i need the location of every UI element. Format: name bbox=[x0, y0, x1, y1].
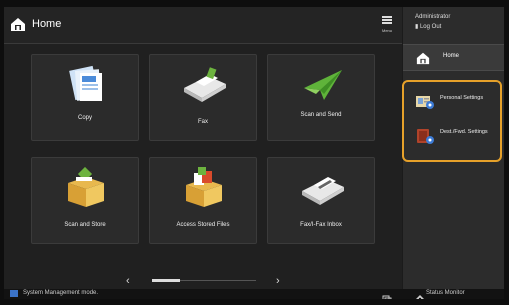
fax-icon bbox=[180, 64, 228, 106]
tile-fax-inbox[interactable]: Fax/I-Fax Inbox bbox=[267, 157, 375, 244]
dest-fwd-settings-button[interactable]: Dest./Fwd. Settings bbox=[410, 124, 498, 156]
tile-scan-send[interactable]: Scan and Send bbox=[267, 54, 375, 141]
device-icon[interactable] bbox=[382, 290, 392, 299]
dest-fwd-settings-label: Dest./Fwd. Settings bbox=[440, 129, 488, 135]
page-thumb bbox=[152, 279, 180, 282]
tile-access-files[interactable]: Access Stored Files bbox=[149, 157, 257, 244]
side-home-label: Home bbox=[443, 53, 460, 59]
scan-send-icon bbox=[298, 64, 346, 106]
scan-store-icon bbox=[62, 166, 110, 209]
next-page-arrow[interactable]: › bbox=[276, 275, 280, 287]
status-monitor-button[interactable]: Status Monitor bbox=[426, 290, 465, 296]
status-monitor-icon bbox=[416, 290, 424, 299]
personal-settings-button[interactable]: Personal Settings bbox=[410, 90, 498, 122]
screen: Home Menu Administrator ▮ Log Out Home P… bbox=[4, 7, 504, 299]
tile-copy-label: Copy bbox=[77, 115, 92, 121]
tile-scan-store[interactable]: Scan and Store bbox=[31, 157, 139, 244]
system-mode-icon bbox=[10, 290, 18, 297]
header-bar: Home Menu bbox=[4, 7, 402, 44]
menu-icon bbox=[382, 16, 392, 24]
tile-fax[interactable]: Fax bbox=[149, 54, 257, 141]
tile-copy[interactable]: Copy bbox=[31, 54, 139, 141]
tile-fax-inbox-label: Fax/I-Fax Inbox bbox=[300, 222, 342, 228]
tile-scan-send-label: Scan and Send bbox=[300, 112, 342, 118]
access-files-icon bbox=[180, 167, 228, 209]
tile-fax-label: Fax bbox=[197, 119, 208, 125]
status-message: System Management mode. bbox=[23, 290, 99, 296]
user-name: Administrator bbox=[415, 14, 451, 20]
prev-page-arrow[interactable]: ‹ bbox=[126, 275, 130, 287]
function-grid: Copy Fax Scan and Send Scan and Store Ac bbox=[4, 44, 402, 299]
menu-button[interactable]: Menu bbox=[375, 11, 399, 39]
shortcut-group: Personal Settings Dest./Fwd. Settings bbox=[402, 80, 502, 162]
page-indicator: ‹ › bbox=[124, 275, 284, 287]
dest-fwd-settings-icon bbox=[415, 127, 435, 150]
home-icon bbox=[10, 16, 26, 32]
tile-scan-store-label: Scan and Store bbox=[64, 222, 106, 228]
personal-settings-icon bbox=[415, 93, 435, 116]
copy-icon bbox=[62, 64, 110, 106]
page-title: Home bbox=[32, 18, 62, 30]
home-icon bbox=[416, 51, 430, 65]
personal-settings-label: Personal Settings bbox=[440, 95, 484, 101]
logout-label: Log Out bbox=[419, 24, 442, 30]
status-bar: System Management mode. Status Monitor bbox=[4, 289, 504, 299]
side-home-button[interactable]: Home bbox=[403, 44, 504, 71]
fax-inbox-icon bbox=[298, 167, 346, 209]
logout-button[interactable]: ▮ Log Out bbox=[415, 23, 441, 30]
tile-access-files-label: Access Stored Files bbox=[176, 222, 230, 228]
menu-label: Menu bbox=[381, 28, 392, 33]
